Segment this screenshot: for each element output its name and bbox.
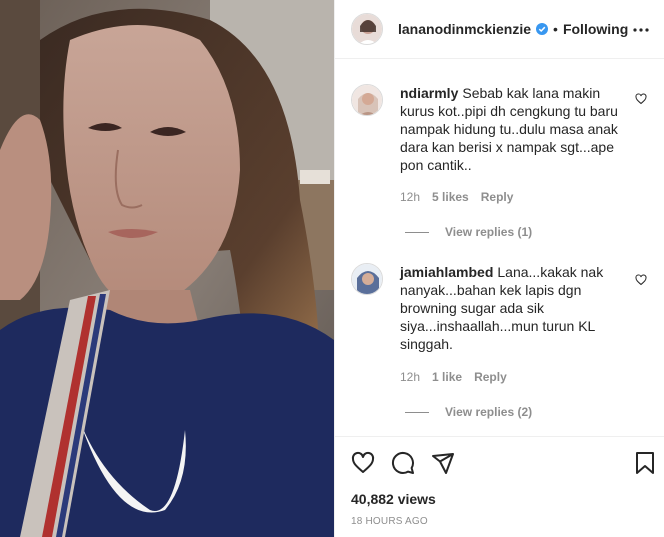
comment-reply-button[interactable]: Reply bbox=[481, 190, 514, 204]
action-bar bbox=[335, 436, 664, 486]
comment-username[interactable]: ndiarmly bbox=[400, 85, 458, 101]
view-replies-label: View replies (2) bbox=[445, 405, 533, 419]
commenter-avatar[interactable] bbox=[351, 263, 383, 295]
view-replies-label: View replies (1) bbox=[445, 225, 533, 239]
replies-divider-line bbox=[405, 411, 429, 413]
views-count[interactable]: 40,882 views bbox=[351, 491, 436, 507]
comment-like-heart-icon[interactable] bbox=[635, 92, 647, 105]
separator-dot: • bbox=[553, 21, 558, 37]
comment-likes[interactable]: 1 like bbox=[432, 370, 462, 384]
post-media[interactable] bbox=[0, 0, 334, 537]
comment-reply-button[interactable]: Reply bbox=[474, 370, 507, 384]
comment-text-block: jamiahlambed Lana...kakak nak nanyak...ba… bbox=[400, 263, 632, 353]
post-header: lananodinmckienzie • Following bbox=[335, 0, 664, 59]
bookmark-icon[interactable] bbox=[633, 451, 657, 475]
comments-list[interactable]: ndiarmly Sebab kak lana makin kurus kot..… bbox=[335, 60, 664, 435]
post-timestamp[interactable]: 18 HOURS AGO bbox=[351, 516, 428, 527]
view-replies-button[interactable]: View replies (1) bbox=[405, 225, 532, 239]
comment-meta: 12h 1 like Reply bbox=[400, 370, 507, 384]
comment-icon[interactable] bbox=[391, 451, 415, 475]
author-username[interactable]: lananodinmckienzie bbox=[398, 21, 531, 37]
replies-divider-line bbox=[405, 231, 429, 233]
comment-item: jamiahlambed Lana...kakak nak nanyak...ba… bbox=[351, 263, 651, 423]
comment-time: 12h bbox=[400, 370, 421, 384]
commenter-avatar[interactable] bbox=[351, 84, 383, 116]
video-frame-illustration bbox=[0, 0, 334, 537]
more-icon[interactable] bbox=[631, 20, 651, 40]
post-side-panel: lananodinmckienzie • Following ndiarmly S… bbox=[334, 0, 664, 537]
heart-icon[interactable] bbox=[351, 451, 375, 475]
verified-badge-icon bbox=[536, 23, 549, 35]
share-icon[interactable] bbox=[431, 451, 455, 475]
comment-meta: 12h 5 likes Reply bbox=[400, 190, 513, 204]
view-replies-button[interactable]: View replies (2) bbox=[405, 405, 532, 419]
comment-likes[interactable]: 5 likes bbox=[432, 190, 469, 204]
comment-username[interactable]: jamiahlambed bbox=[400, 264, 493, 280]
comment-like-heart-icon[interactable] bbox=[635, 273, 647, 286]
following-button[interactable]: Following bbox=[563, 21, 628, 37]
comment-time: 12h bbox=[400, 190, 421, 204]
author-avatar[interactable] bbox=[351, 13, 383, 45]
comment-item: ndiarmly Sebab kak lana makin kurus kot..… bbox=[351, 84, 651, 244]
comment-text-block: ndiarmly Sebab kak lana makin kurus kot..… bbox=[400, 84, 632, 174]
